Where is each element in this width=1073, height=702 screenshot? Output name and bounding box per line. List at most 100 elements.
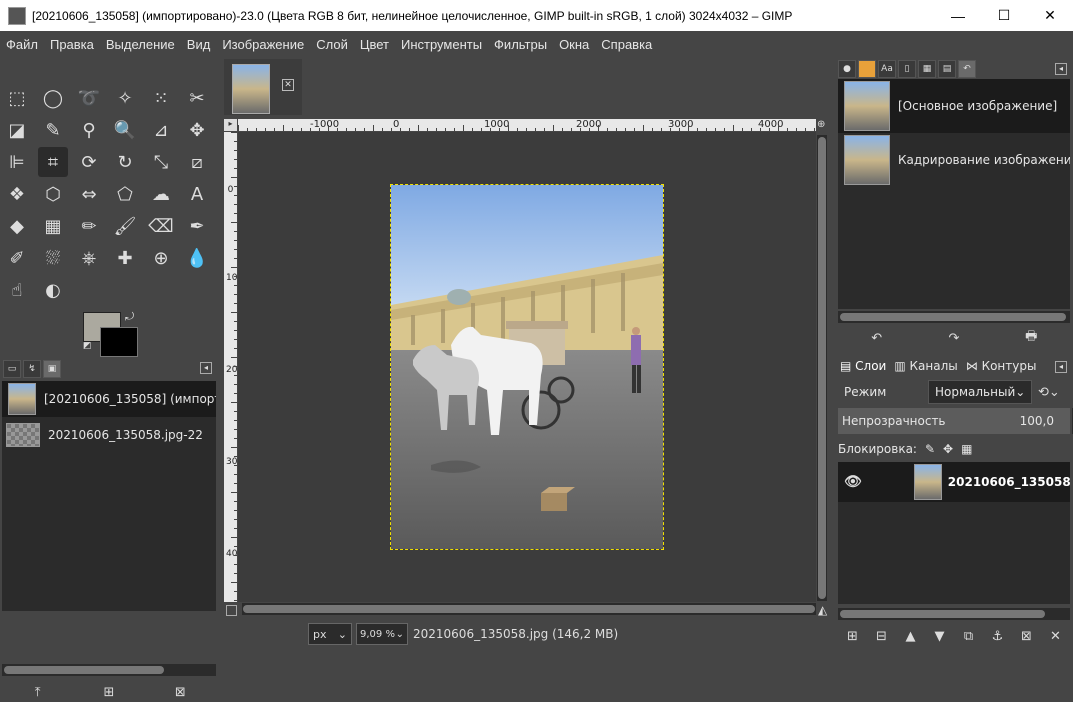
free-select-tool-icon[interactable]: ➰ <box>74 83 104 113</box>
images-tab-icon[interactable]: ▣ <box>43 360 61 378</box>
lock-position-icon[interactable]: ✥ <box>943 442 953 456</box>
templates-tab-icon[interactable]: ▦ <box>918 60 936 78</box>
images-scrollbar[interactable] <box>2 664 216 676</box>
image-item[interactable]: 20210606_135058.jpg-22 <box>2 417 216 453</box>
perspective-tool-icon[interactable]: ⬡ <box>38 179 68 209</box>
eraser-tool-icon[interactable]: ⌫ <box>146 211 176 241</box>
lock-pixels-icon[interactable]: ✎ <box>925 442 935 456</box>
document-tab-icon[interactable]: ▯ <box>898 60 916 78</box>
bucket-fill-tool-icon[interactable]: ◆ <box>2 211 32 241</box>
fonts-tab-icon[interactable]: Aa <box>878 60 896 78</box>
maximize-button[interactable]: ☐ <box>981 0 1027 31</box>
menu-help[interactable]: Справка <box>595 37 658 52</box>
navigate-icon[interactable]: ◭ <box>818 603 827 617</box>
cage-tool-icon[interactable]: ⬠ <box>110 179 140 209</box>
scrollbar-thumb[interactable] <box>818 137 826 599</box>
menu-image[interactable]: Изображение <box>216 37 310 52</box>
panel-menu-icon[interactable]: ◂ <box>1055 361 1067 373</box>
duplicate-layer-icon[interactable]: ⧉ <box>958 629 980 644</box>
paintbrush-tool-icon[interactable]: 🖌 <box>110 211 140 241</box>
rotate-tool-icon[interactable]: ↻ <box>110 147 140 177</box>
mode-select[interactable]: Нормальный ⌄ <box>928 380 1032 404</box>
panel-menu-icon[interactable]: ◂ <box>1055 63 1067 75</box>
flip-tool-icon[interactable]: ⇔ <box>74 179 104 209</box>
foreground-select-tool-icon[interactable]: ◪ <box>2 115 32 145</box>
canvas-vertical-scrollbar[interactable] <box>817 135 827 601</box>
layer-row[interactable]: 👁 20210606_135058. <box>838 462 1070 502</box>
menu-color[interactable]: Цвет <box>354 37 395 52</box>
layers-scrollbar[interactable] <box>838 608 1070 620</box>
menu-select[interactable]: Выделение <box>100 37 181 52</box>
raise-layer-icon[interactable]: ▲ <box>900 629 922 644</box>
undo-item[interactable]: Кадрирование изображения <box>838 133 1070 187</box>
tool-options-tab-icon[interactable]: ▭ <box>3 360 21 378</box>
clear-history-icon[interactable]: 🖶 <box>1020 327 1042 349</box>
gradient-tool-icon[interactable]: ▦ <box>38 211 68 241</box>
mode-reset-icon[interactable]: ⟲⌄ <box>1038 385 1060 400</box>
zoom-toggle-icon[interactable]: ⊕ <box>817 119 829 131</box>
smudge-warp-tool-icon[interactable]: ☁ <box>146 179 176 209</box>
align-tool-icon[interactable]: ⊫ <box>2 147 32 177</box>
measure-tool-icon[interactable]: ⊿ <box>146 115 176 145</box>
paths-tool-icon[interactable]: ✎ <box>38 115 68 145</box>
unit-select[interactable]: px ⌄ <box>308 623 352 645</box>
scrollbar-thumb[interactable] <box>840 313 1066 321</box>
close-image-tab-icon[interactable]: ✕ <box>282 79 294 91</box>
new-layer-icon[interactable]: ⊟ <box>871 629 893 644</box>
add-mask-icon[interactable]: ⊠ <box>1016 629 1038 644</box>
lock-alpha-icon[interactable]: ▦ <box>961 442 972 456</box>
horizontal-ruler[interactable]: -1000 0 1000 2000 3000 4000 <box>238 119 816 131</box>
undo-icon[interactable]: ↶ <box>866 331 888 346</box>
gradients-tab-icon[interactable]: ▤ <box>938 60 956 78</box>
image-canvas[interactable] <box>390 184 664 550</box>
panel-menu-icon[interactable]: ◂ <box>200 362 212 374</box>
smudge-tool-icon[interactable]: ☝ <box>2 275 32 305</box>
zoom-tool-icon[interactable]: 🔍 <box>110 115 140 145</box>
shear-tool-icon[interactable]: ⧄ <box>182 147 212 177</box>
menu-edit[interactable]: Правка <box>44 37 100 52</box>
canvas-horizontal-scrollbar[interactable] <box>242 603 816 615</box>
device-status-tab-icon[interactable]: ↯ <box>23 360 41 378</box>
swap-colors-icon[interactable]: ⤾ <box>125 310 134 324</box>
raise-image-icon[interactable]: ⤒ <box>27 685 49 700</box>
scrollbar-thumb[interactable] <box>4 666 164 674</box>
color-picker-tool-icon[interactable]: ⚲ <box>74 115 104 145</box>
fuzzy-select-tool-icon[interactable]: ✧ <box>110 83 140 113</box>
menu-file[interactable]: Файл <box>0 37 44 52</box>
menu-filters[interactable]: Фильтры <box>488 37 553 52</box>
crop-tool-icon[interactable]: ⌗ <box>38 147 68 177</box>
redo-icon[interactable]: ↷ <box>943 331 965 346</box>
clone-tool-icon[interactable]: ⎈ <box>74 243 104 273</box>
undo-scrollbar[interactable] <box>838 311 1070 323</box>
blur-tool-icon[interactable]: 💧 <box>182 243 212 273</box>
new-layer-group-icon[interactable]: ⊞ <box>842 629 864 644</box>
ruler-corner-icon[interactable]: ▸ <box>224 119 237 131</box>
mypaint-brush-tool-icon[interactable]: ⛆ <box>38 243 68 273</box>
opacity-spinscale[interactable]: Непрозрачность 100,0 ⌃⌄ <box>838 408 1073 434</box>
move-tool-icon[interactable]: ✥ <box>182 115 212 145</box>
undo-history-tab-icon[interactable]: ↶ <box>958 60 976 78</box>
vertical-ruler[interactable]: 0 1000 2000 3000 4000 <box>224 132 237 602</box>
patterns-tab-icon[interactable] <box>858 60 876 78</box>
heal-tool-icon[interactable]: ✚ <box>110 243 140 273</box>
new-display-icon[interactable]: ⊞ <box>98 685 120 700</box>
tab-paths[interactable]: ⋈ Контуры <box>966 359 1037 373</box>
undo-item[interactable]: [Основное изображение] <box>838 79 1070 133</box>
image-item[interactable]: [20210606_135058] (импорти <box>2 381 216 417</box>
minimize-button[interactable]: — <box>935 0 981 31</box>
background-color-swatch[interactable] <box>100 327 138 357</box>
select-by-color-tool-icon[interactable]: ⁙ <box>146 83 176 113</box>
image-tab[interactable]: ✕ <box>224 59 302 115</box>
warp-tool-icon[interactable]: ❖ <box>2 179 32 209</box>
scale-tool-icon[interactable]: ⤡ <box>146 147 176 177</box>
menu-tools[interactable]: Инструменты <box>395 37 488 52</box>
menu-view[interactable]: Вид <box>181 37 217 52</box>
delete-layer-icon[interactable]: ✕ <box>1045 629 1067 644</box>
brushes-tab-icon[interactable]: ● <box>838 60 856 78</box>
canvas-viewport[interactable] <box>238 132 816 602</box>
zoom-select[interactable]: 9,09 % ⌄ <box>356 623 408 645</box>
airbrush-tool-icon[interactable]: ✒ <box>182 211 212 241</box>
unified-transform-tool-icon[interactable]: ⟳ <box>74 147 104 177</box>
lower-layer-icon[interactable]: ▼ <box>929 629 951 644</box>
ellipse-select-tool-icon[interactable]: ◯ <box>38 83 68 113</box>
